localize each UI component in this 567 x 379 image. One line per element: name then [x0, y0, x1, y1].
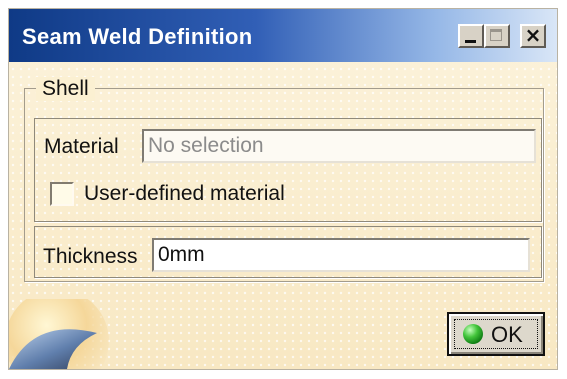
- minimize-icon: [465, 40, 476, 43]
- material-label: Material: [44, 135, 119, 158]
- title-bar[interactable]: Seam Weld Definition ×: [9, 9, 557, 62]
- window-title: Seam Weld Definition: [22, 24, 253, 49]
- green-circle-icon: [463, 324, 483, 344]
- user-defined-material-label[interactable]: User-defined material: [84, 182, 285, 206]
- ok-button[interactable]: OK: [447, 312, 545, 356]
- user-defined-material-checkbox[interactable]: [50, 182, 74, 206]
- material-selection-field[interactable]: No selection: [142, 129, 536, 163]
- maximize-icon: [490, 29, 502, 41]
- shell-group-label: Shell: [36, 77, 95, 101]
- maximize-button[interactable]: [484, 24, 510, 48]
- ok-button-label: OK: [491, 322, 523, 347]
- minimize-button[interactable]: [458, 24, 484, 48]
- thickness-input[interactable]: 0mm: [152, 238, 530, 272]
- close-icon: ×: [524, 23, 542, 47]
- thickness-label: Thickness: [43, 245, 138, 268]
- decorative-globe-icon: [9, 299, 109, 369]
- close-button[interactable]: ×: [520, 24, 546, 48]
